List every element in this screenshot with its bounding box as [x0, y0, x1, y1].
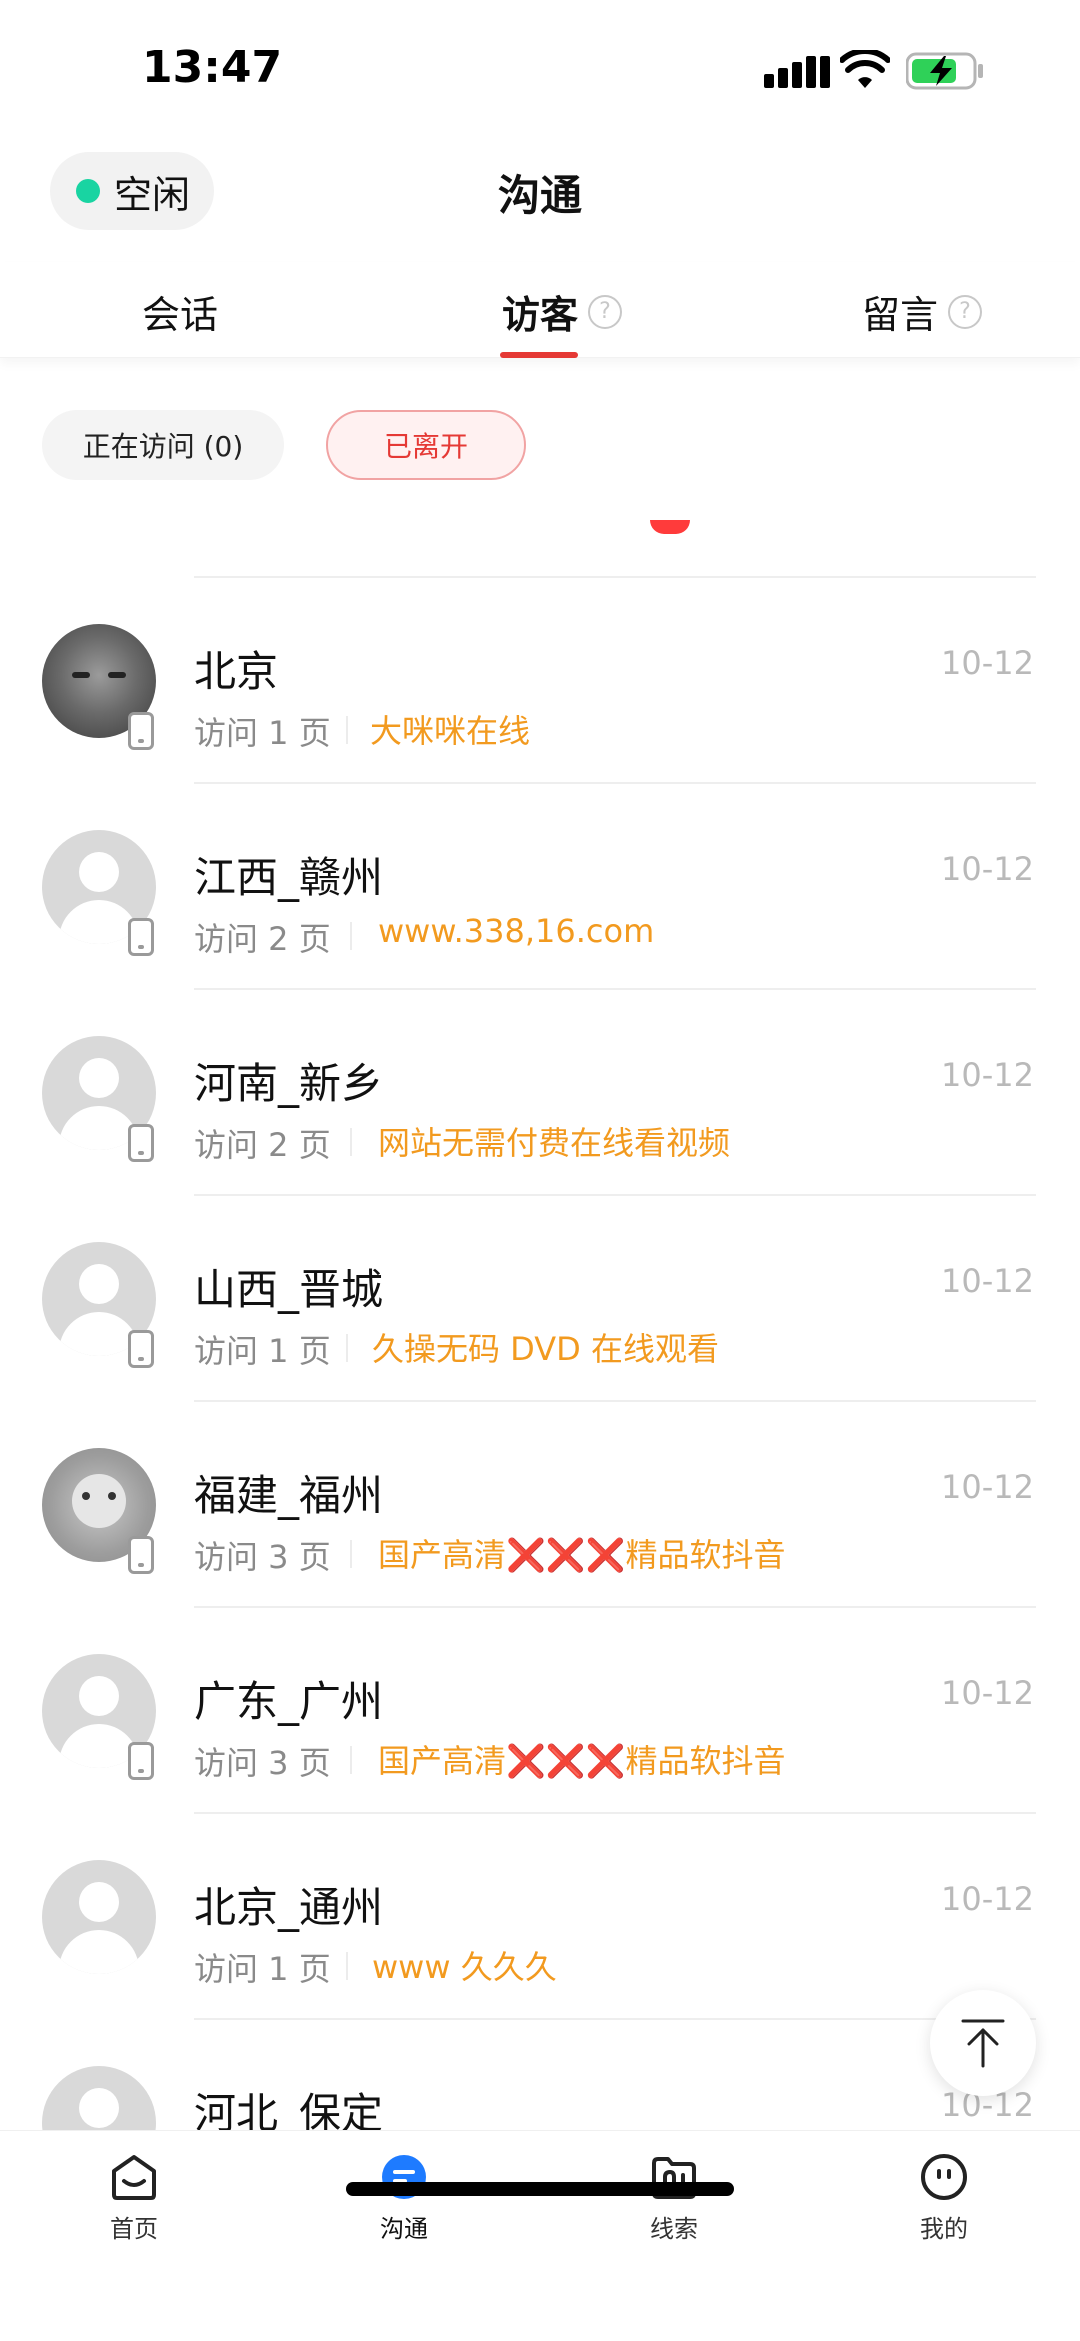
- visit-page-count: 访问 3 页: [194, 1538, 331, 1576]
- visitor-location: 北京: [194, 647, 279, 696]
- tab-label: 访客: [502, 293, 579, 337]
- visit-source: 久操无码 DVD 在线观看: [372, 1330, 719, 1368]
- nav-item-profile[interactable]: 我的: [864, 2151, 1024, 2244]
- avatar: [42, 1860, 156, 1974]
- visit-date: 10-12: [941, 644, 1034, 682]
- nav-label: 我的: [920, 2215, 968, 2243]
- page-title: 沟通: [497, 171, 582, 220]
- separator: [350, 1128, 352, 1156]
- list-item[interactable]: 北京 10-12 访问 1 页 大咪咪在线: [0, 578, 1080, 784]
- visit-date: 10-12: [941, 1468, 1034, 1506]
- visit-date: 10-12: [941, 850, 1034, 888]
- list-item[interactable]: 广东_广州 10-12 访问 3 页 国产高清❌❌❌精品软抖音: [0, 1608, 1080, 1814]
- list-item[interactable]: 江西_赣州 10-12 访问 2 页 www.338,16.com: [0, 784, 1080, 990]
- visit-date: 10-12: [941, 1262, 1034, 1300]
- status-time: 13:47: [142, 42, 283, 93]
- tab-visitors[interactable]: 访客 ?: [502, 284, 623, 339]
- visitor-filters: 正在访问 (0) 已离开: [0, 400, 1080, 500]
- visit-source: 大咪咪在线: [370, 712, 531, 750]
- active-tab-indicator: [500, 352, 578, 358]
- nav-label: 沟通: [380, 2215, 428, 2243]
- list-item-partial: [0, 520, 1080, 578]
- battery-charging-icon: [906, 52, 983, 90]
- visitor-location: 河南_新乡: [194, 1059, 384, 1108]
- separator: [350, 1746, 352, 1774]
- wifi-icon: [840, 50, 890, 88]
- home-indicator: [346, 2182, 734, 2196]
- list-item[interactable]: 河南_新乡 10-12 访问 2 页 网站无需付费在线看视频: [0, 990, 1080, 1196]
- visitor-location: 北京_通州: [194, 1883, 384, 1932]
- separator: [346, 1334, 348, 1362]
- list-item[interactable]: 河北_保定 10-12: [0, 2020, 1080, 2130]
- filter-left-chip[interactable]: 已离开: [326, 410, 526, 480]
- help-icon[interactable]: ?: [948, 294, 983, 329]
- nav-item-leads[interactable]: 线索: [594, 2151, 754, 2244]
- visit-page-count: 访问 2 页: [194, 1126, 331, 1164]
- visitor-location: 福建_福州: [194, 1471, 384, 1520]
- visit-page-count: 访问 2 页: [194, 920, 331, 958]
- tab-label: 留言: [862, 293, 939, 337]
- mobile-device-icon: [128, 1742, 154, 1780]
- nav-label: 线索: [650, 2215, 698, 2243]
- mobile-device-icon: [128, 1330, 154, 1368]
- unread-badge: [650, 520, 690, 534]
- mobile-device-icon: [128, 1124, 154, 1162]
- mobile-device-icon: [128, 712, 154, 750]
- list-item[interactable]: 北京_通州 10-12 访问 1 页 www 久久久: [0, 1814, 1080, 2020]
- home-icon: [112, 2155, 156, 2200]
- visitor-location: 江西_赣州: [194, 853, 384, 902]
- visit-source: 国产高清❌❌❌精品软抖音: [378, 1742, 786, 1780]
- visit-date: 10-12: [941, 1056, 1034, 1094]
- mobile-device-icon: [128, 1536, 154, 1574]
- visit-page-count: 访问 1 页: [194, 1950, 331, 1988]
- visitor-list[interactable]: 北京 10-12 访问 1 页 大咪咪在线 江西_赣州 10-12 访问 2 页…: [0, 520, 1080, 2130]
- tab-sessions[interactable]: 会话: [142, 284, 218, 339]
- visit-page-count: 访问 1 页: [194, 1332, 331, 1370]
- visitor-location: 广东_广州: [194, 1677, 384, 1726]
- tab-messages[interactable]: 留言 ?: [862, 284, 983, 339]
- visit-source: 网站无需付费在线看视频: [378, 1124, 731, 1162]
- profile-icon: [921, 2154, 967, 2200]
- filter-visiting-chip[interactable]: 正在访问 (0): [42, 410, 284, 480]
- list-item[interactable]: 山西_晋城 10-12 访问 1 页 久操无码 DVD 在线观看: [0, 1196, 1080, 1402]
- visit-source: www 久久久: [372, 1948, 557, 1986]
- status-bar: 13:47: [0, 0, 1080, 140]
- cellular-signal-icon: [764, 56, 830, 88]
- list-item[interactable]: 福建_福州 10-12 访问 3 页 国产高清❌❌❌精品软抖音: [0, 1402, 1080, 1608]
- mobile-device-icon: [128, 918, 154, 956]
- visitor-location: 山西_晋城: [194, 1265, 384, 1314]
- back-to-top-button[interactable]: [930, 1990, 1036, 2096]
- bottom-navigation: 首页 沟通 线索 我的: [0, 2130, 1080, 2341]
- tab-label: 会话: [142, 293, 219, 337]
- visitor-location: 河北_保定: [194, 2089, 384, 2130]
- visit-source: 国产高清❌❌❌精品软抖音: [378, 1536, 786, 1574]
- visit-source: www.338,16.com: [378, 912, 655, 950]
- nav-label: 首页: [110, 2215, 158, 2243]
- visit-page-count: 访问 3 页: [194, 1744, 331, 1782]
- visit-page-count: 访问 1 页: [194, 714, 331, 752]
- header: 空闲 沟通: [0, 140, 1080, 260]
- separator: [346, 716, 348, 744]
- help-icon[interactable]: ?: [588, 294, 623, 329]
- separator: [350, 1540, 352, 1568]
- separator: [346, 1952, 348, 1980]
- nav-item-chat[interactable]: 沟通: [324, 2151, 484, 2244]
- avatar: [42, 2066, 156, 2130]
- arrow-up-icon: [961, 2019, 1005, 2068]
- separator: [350, 922, 352, 950]
- visit-date: 10-12: [941, 1880, 1034, 1918]
- tab-bar: 会话 访客 ? 留言 ?: [0, 262, 1080, 358]
- nav-item-home[interactable]: 首页: [54, 2151, 214, 2244]
- visit-date: 10-12: [941, 1674, 1034, 1712]
